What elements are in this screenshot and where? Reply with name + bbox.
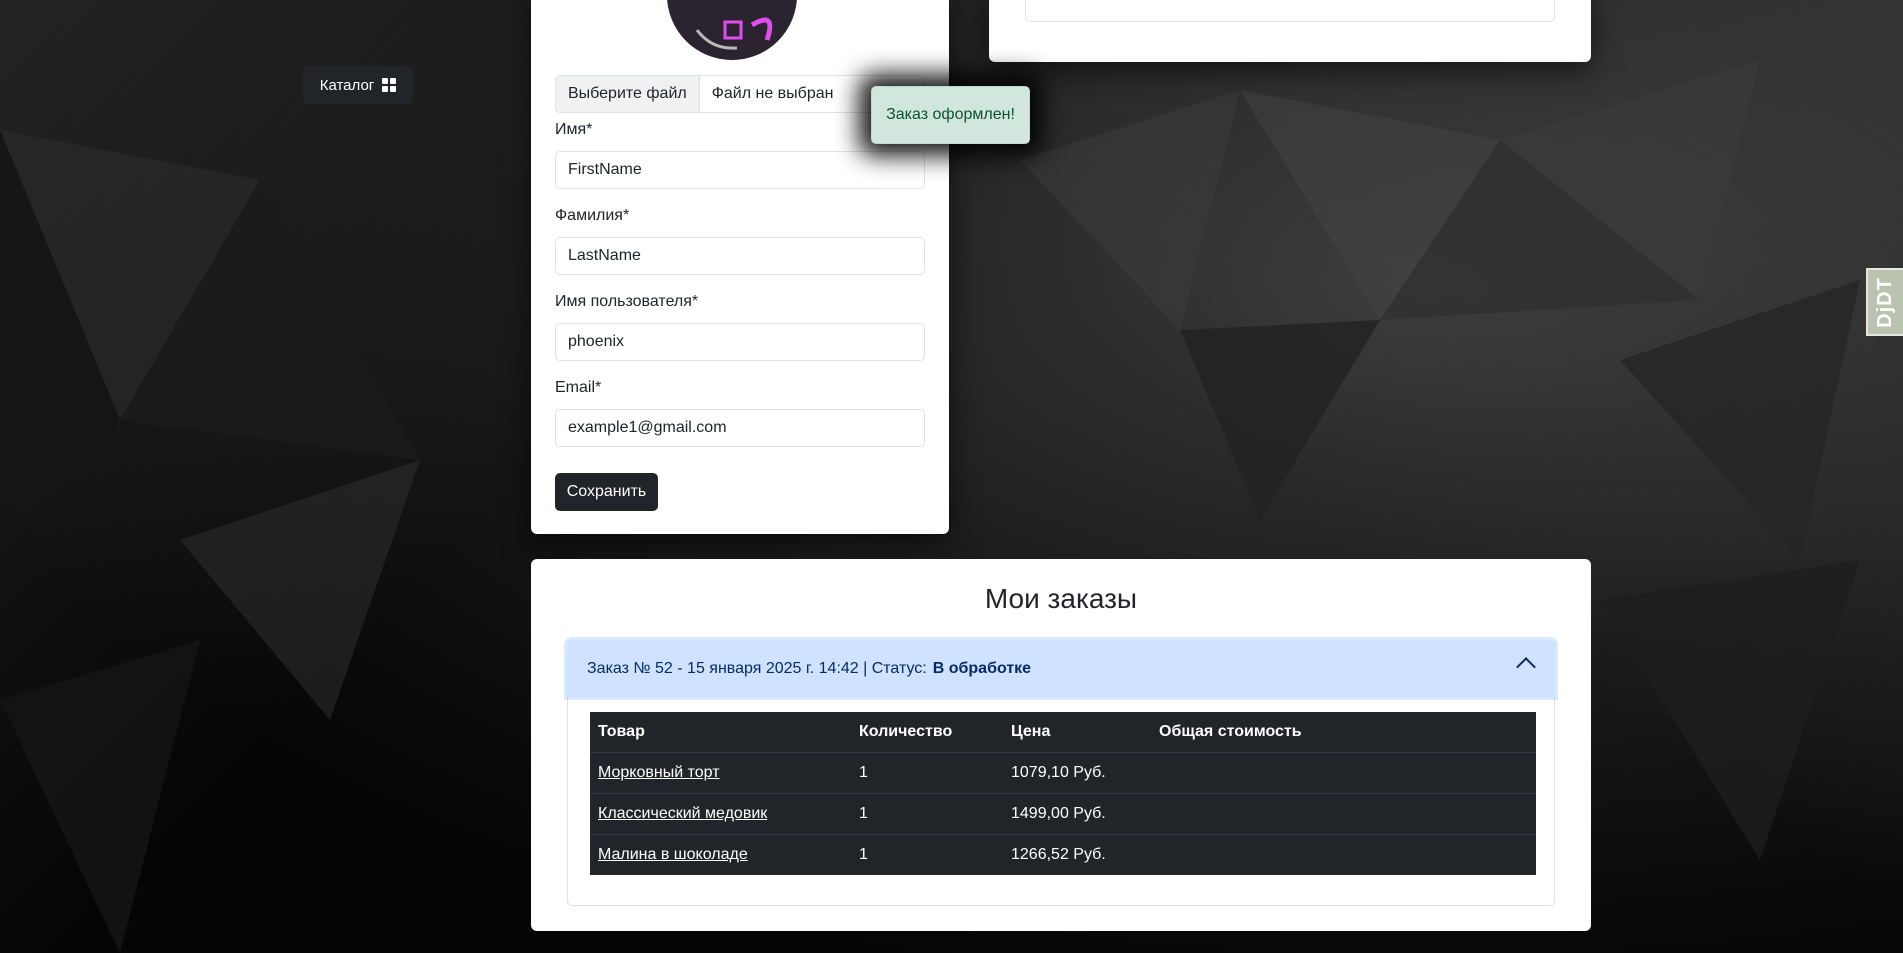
first-name-field[interactable] (555, 151, 925, 189)
price-cell: 1266,52 Руб. (1011, 845, 1106, 863)
username-field[interactable] (555, 323, 925, 361)
product-link[interactable]: Классический медовик (598, 805, 767, 822)
chevron-up-icon[interactable] (1516, 657, 1536, 677)
last-name-label: Фамилия* (555, 207, 630, 224)
quantity-cell: 1 (851, 752, 1003, 794)
table-row: Малина в шоколаде 1 1266,52 Руб. (590, 834, 1536, 875)
order-toast: Заказ оформлен! (871, 86, 1030, 144)
avatar (667, 0, 797, 60)
first-name-label: Имя* (555, 121, 593, 138)
toast-message: Заказ оформлен! (886, 106, 1015, 123)
product-cell: Морковный торт (590, 752, 851, 794)
column-header-product: Товар (590, 712, 851, 753)
grid-icon (382, 78, 397, 92)
quantity-cell: 1 (851, 793, 1003, 835)
quantity-cell: 1 (859, 845, 868, 863)
total-cell (1151, 793, 1536, 835)
order-accordion-header[interactable]: Заказ № 52 - 15 января 2025 г. 14:42 | С… (567, 640, 1555, 697)
top-right-field (1025, 0, 1555, 22)
price-cell: 1079,10 Руб. (1003, 752, 1151, 794)
catalog-label: Каталог (319, 76, 375, 94)
column-header-quantity: Количество (851, 712, 1003, 753)
table-header-row: Товар Количество Цена Общая стоимость (590, 712, 1536, 753)
catalog-button[interactable]: Каталог (303, 66, 413, 104)
column-header-price: Цена (1003, 712, 1151, 753)
order-items-table: Товар Количество Цена Общая стоимость Мо… (590, 712, 1536, 875)
total-cell (1151, 834, 1536, 875)
column-header-total: Общая стоимость (1151, 712, 1536, 753)
debug-toolbar-label: DjDT (1874, 276, 1897, 328)
total-cell (1151, 752, 1536, 794)
email-label: Email* (555, 379, 602, 396)
top-right-card (989, 0, 1591, 62)
order-status: В обработке (932, 659, 1032, 677)
product-cell: Малина в шоколаде (590, 834, 851, 875)
product-link[interactable]: Морковный торт (598, 764, 720, 781)
username-label: Имя пользователя* (555, 293, 699, 310)
choose-file-button[interactable]: Выберите файл (556, 76, 700, 112)
profile-card: Выберите файл Файл не выбран Имя* Фамили… (531, 0, 949, 534)
price-cell: 1499,00 Руб. (1003, 793, 1151, 835)
debug-toolbar-badge[interactable]: DjDT (1866, 268, 1903, 336)
email-field[interactable] (555, 409, 925, 447)
orders-title: Мои заказы (984, 583, 1138, 614)
product-link[interactable]: Малина в шоколаде (598, 846, 748, 863)
save-button[interactable]: Сохранить (555, 473, 658, 511)
file-status: Файл не выбран (711, 85, 834, 102)
order-header-text: Заказ № 52 - 15 января 2025 г. 14:42 | С… (587, 659, 927, 677)
order-accordion: Заказ № 52 - 15 января 2025 г. 14:42 | С… (567, 640, 1555, 906)
last-name-field[interactable] (555, 237, 925, 275)
avatar-file-input[interactable]: Выберите файл Файл не выбран (555, 75, 925, 113)
avatar-image (667, 0, 797, 60)
table-row: Морковный торт 1 1079,10 Руб. (590, 752, 1536, 794)
orders-card: Мои заказы Заказ № 52 - 15 января 2025 г… (531, 559, 1591, 931)
product-cell: Классический медовик (590, 793, 851, 835)
table-row: Классический медовик 1 1499,00 Руб. (590, 793, 1536, 835)
